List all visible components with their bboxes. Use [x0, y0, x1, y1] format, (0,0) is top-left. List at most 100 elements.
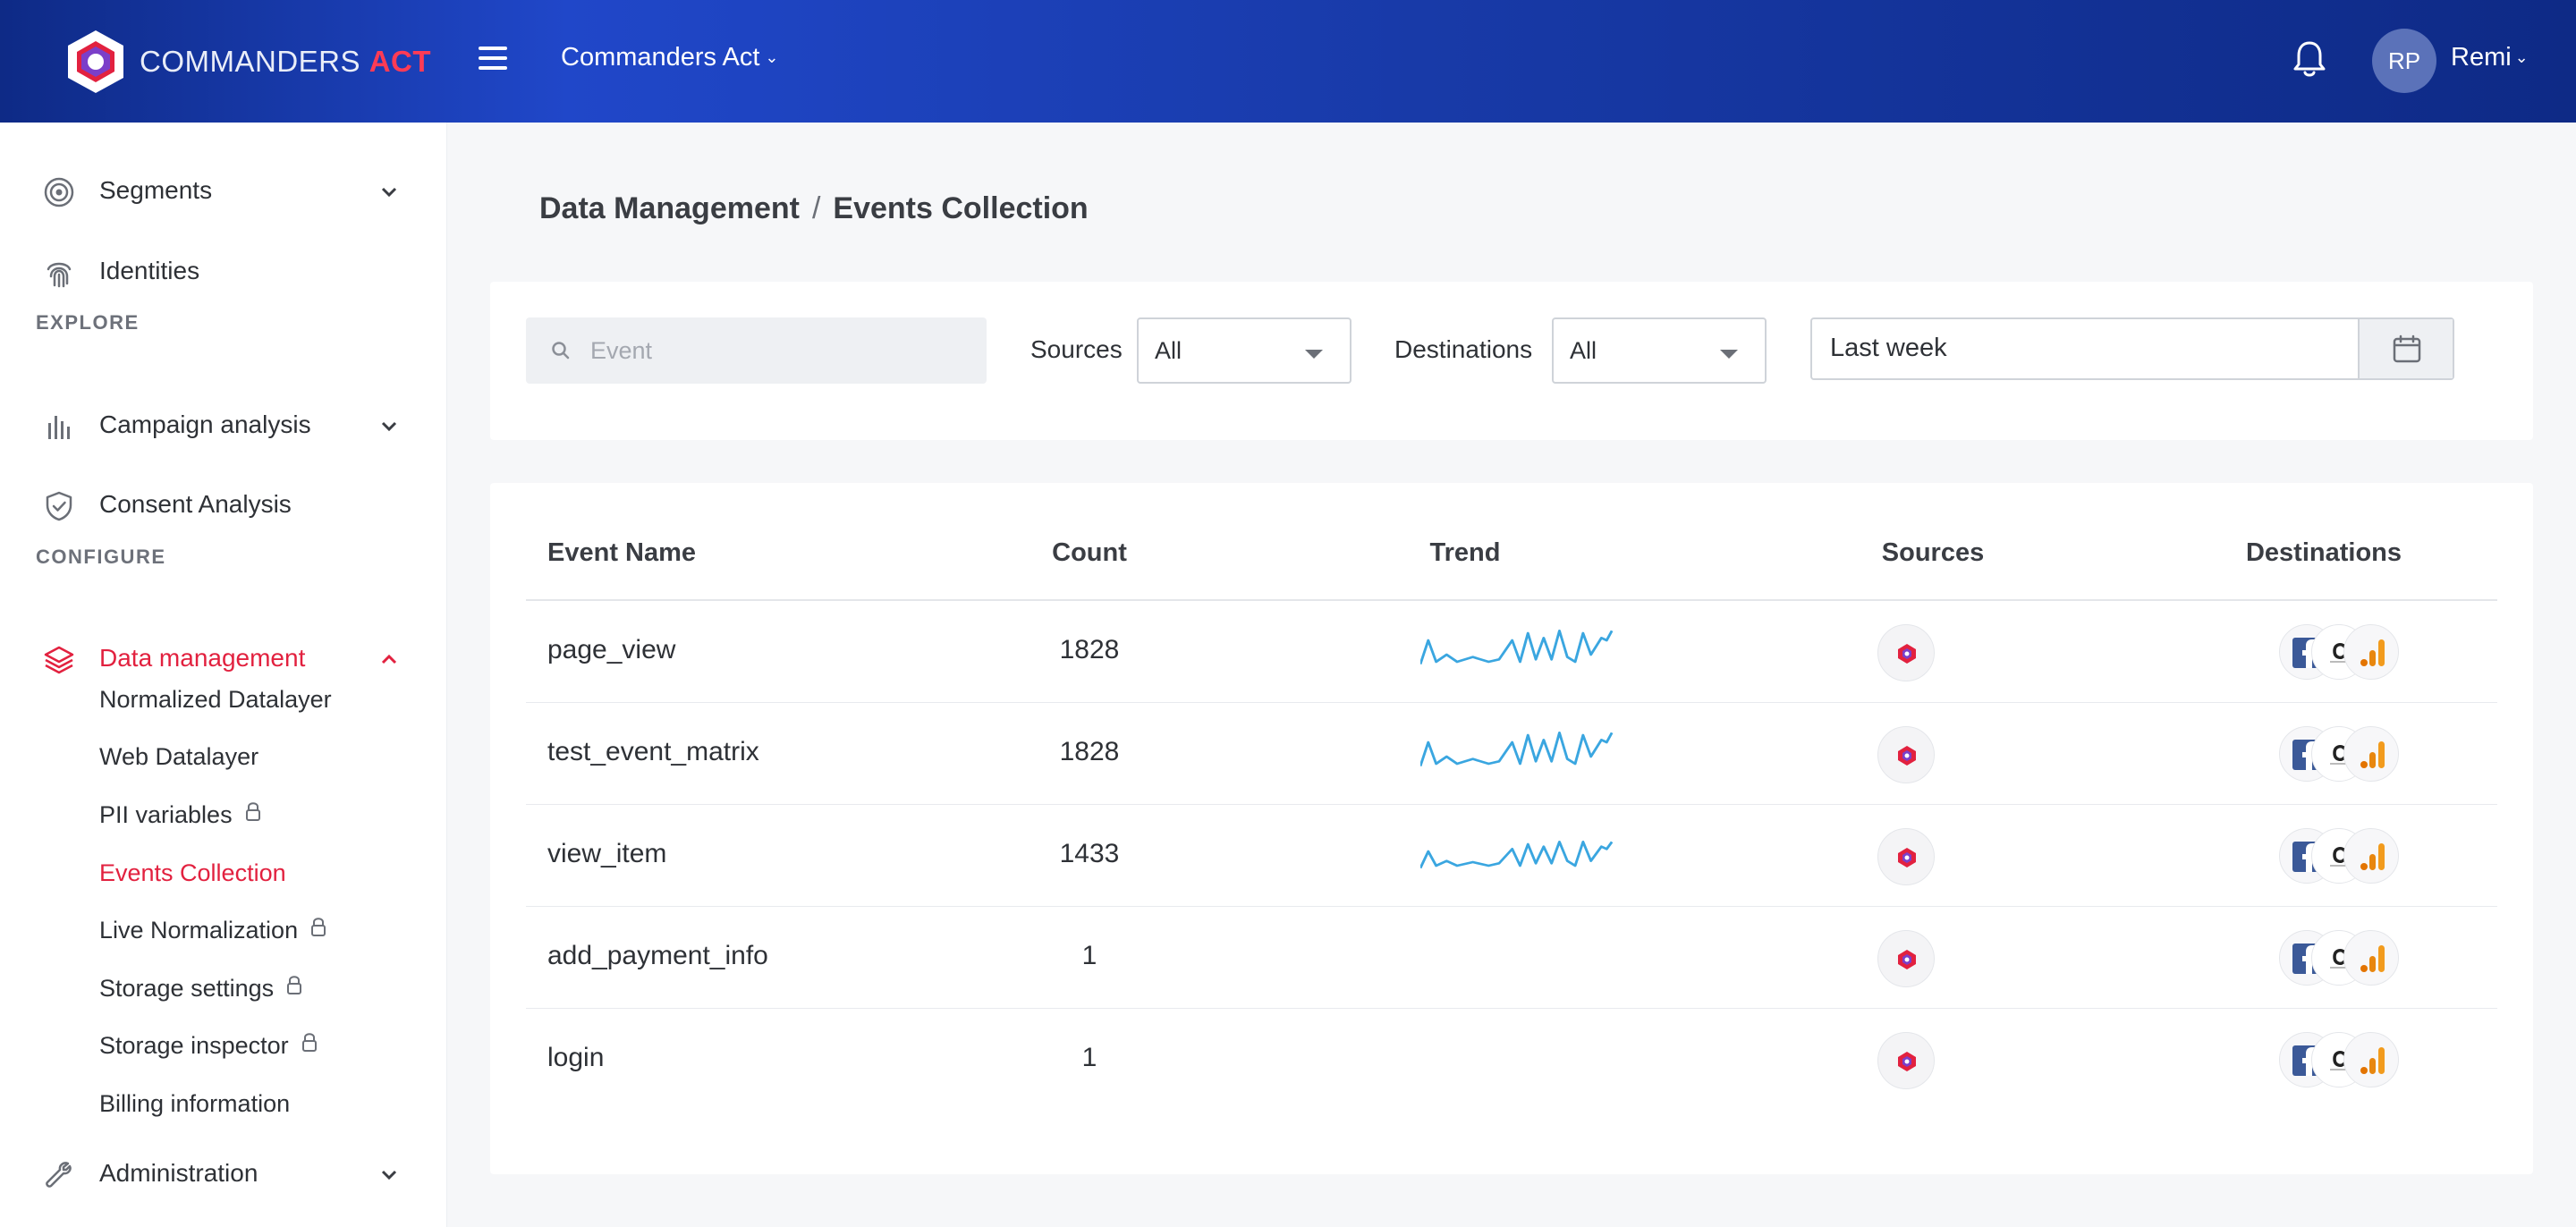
- brand-accent-text: ACT: [369, 45, 432, 78]
- shield-check-icon: [46, 491, 72, 521]
- sidebar-item-segments[interactable]: Segments: [0, 164, 447, 217]
- sidebar-item-label: Segments: [99, 176, 213, 204]
- breadcrumb: Data Management / Events Collection: [539, 191, 1089, 226]
- destinations-select-value: All: [1570, 337, 1597, 364]
- lock-icon: [287, 976, 302, 994]
- event-count-cell: 1828: [1059, 737, 1120, 766]
- destination-badges[interactable]: [2279, 930, 2413, 987]
- sidebar-subitem-billing-information[interactable]: Billing information: [99, 1090, 290, 1118]
- source-badge[interactable]: [1877, 624, 1935, 681]
- sidebar-item-label: Identities: [99, 257, 200, 284]
- top-bar: COMMANDERS ACT Commanders Act ⌄ RP Remi ⌄: [0, 0, 2576, 123]
- trend-sparkline: [1420, 841, 1614, 869]
- sidebar-item-data-management[interactable]: Data management: [0, 631, 447, 685]
- sources-filter-label: Sources: [1030, 335, 1123, 363]
- date-range-value: Last week: [1830, 334, 1947, 362]
- lock-icon: [245, 802, 260, 821]
- fingerprint-icon: [47, 262, 72, 288]
- sidebar-item-label: Campaign analysis: [99, 410, 311, 438]
- section-label-configure: CONFIGURE: [36, 546, 166, 568]
- table-row[interactable]: page_view 1828: [526, 601, 2497, 703]
- chevron-down-icon: ⌄: [765, 48, 779, 66]
- sidebar: Segments Identities EXPLORE Campaign ana…: [0, 123, 447, 1227]
- user-menu[interactable]: Remi ⌄: [2451, 43, 2529, 72]
- layers-icon: [44, 646, 74, 674]
- table-row[interactable]: login 1: [526, 1009, 2497, 1111]
- source-badge[interactable]: [1877, 726, 1935, 783]
- commanders-act-source-icon: [1898, 848, 1916, 867]
- source-badge[interactable]: [1877, 1032, 1935, 1089]
- column-header-count: Count: [1052, 538, 1127, 567]
- commanders-act-logo-icon[interactable]: [64, 29, 127, 95]
- google-analytics-destination-icon: [2343, 624, 2399, 680]
- event-name-cell[interactable]: test_event_matrix: [547, 737, 759, 767]
- filter-bar: Sources All Destinations All Last week: [490, 282, 2533, 440]
- sidebar-subitem-live-normalization[interactable]: Live Normalization: [99, 917, 326, 944]
- destination-badges[interactable]: [2279, 1032, 2413, 1089]
- table-row[interactable]: view_item 1433: [526, 805, 2497, 907]
- event-search[interactable]: [526, 317, 987, 384]
- sub-item-label: Storage settings: [99, 975, 275, 1002]
- sources-select[interactable]: All: [1137, 317, 1352, 384]
- calendar-button[interactable]: [2358, 319, 2453, 378]
- chevron-up-icon: [381, 654, 397, 664]
- sub-item-label: PII variables: [99, 801, 233, 828]
- search-icon: [552, 342, 570, 360]
- date-range-picker[interactable]: Last week: [1810, 317, 2454, 380]
- event-count-cell: 1828: [1059, 635, 1120, 664]
- section-label-explore: EXPLORE: [36, 311, 140, 334]
- destination-badges[interactable]: [2279, 828, 2413, 885]
- google-analytics-destination-icon: [2343, 1032, 2399, 1087]
- sidebar-item-label: Administration: [99, 1159, 258, 1187]
- event-count-cell: 1433: [1059, 839, 1120, 868]
- event-name-cell[interactable]: page_view: [547, 635, 675, 665]
- sub-item-label: Storage inspector: [99, 1032, 289, 1059]
- source-badge[interactable]: [1877, 930, 1935, 987]
- event-name-cell[interactable]: login: [547, 1043, 604, 1073]
- chevron-down-icon: ⌄: [2514, 48, 2529, 66]
- google-analytics-destination-icon: [2343, 828, 2399, 884]
- brand-name[interactable]: COMMANDERS ACT: [140, 45, 431, 79]
- google-analytics-destination-icon: [2343, 726, 2399, 782]
- sidebar-subitem-normalized-datalayer[interactable]: Normalized Datalayer: [99, 686, 332, 714]
- destination-badges[interactable]: [2279, 624, 2413, 681]
- commanders-act-source-icon: [1898, 950, 1916, 969]
- event-count-cell: 1: [1081, 1043, 1097, 1072]
- commanders-act-source-icon: [1898, 644, 1916, 664]
- sidebar-subitem-storage-settings[interactable]: Storage settings: [99, 975, 302, 1003]
- source-badge[interactable]: [1877, 828, 1935, 885]
- commanders-act-source-icon: [1898, 746, 1916, 766]
- calendar-icon: [2393, 334, 2421, 363]
- destination-badges[interactable]: [2279, 726, 2413, 783]
- lock-icon: [311, 918, 326, 936]
- workspace-selector[interactable]: Commanders Act ⌄: [561, 43, 779, 72]
- caret-down-icon: [1305, 350, 1323, 359]
- bar-chart-icon: [48, 416, 70, 439]
- chevron-down-icon: [381, 187, 397, 198]
- breadcrumb-current: Events Collection: [833, 191, 1089, 225]
- event-search-input[interactable]: [590, 334, 966, 368]
- breadcrumb-link-data-management[interactable]: Data Management: [539, 191, 800, 225]
- event-name-cell[interactable]: add_payment_info: [547, 941, 768, 971]
- chevron-down-icon: [381, 421, 397, 432]
- notifications-bell-icon[interactable]: [2292, 39, 2327, 79]
- table-row[interactable]: test_event_matrix 1828: [526, 703, 2497, 805]
- events-table: Event Name Count Trend Sources Destinati…: [490, 483, 2533, 1174]
- user-avatar[interactable]: RP: [2372, 29, 2436, 93]
- sidebar-item-consent-analysis[interactable]: Consent Analysis: [0, 478, 447, 531]
- destinations-select[interactable]: All: [1552, 317, 1767, 384]
- sidebar-subitem-web-datalayer[interactable]: Web Datalayer: [99, 743, 258, 771]
- sidebar-subitem-storage-inspector[interactable]: Storage inspector: [99, 1032, 318, 1060]
- sidebar-item-administration[interactable]: Administration: [0, 1147, 447, 1200]
- sidebar-subitem-pii-variables[interactable]: PII variables: [99, 801, 261, 829]
- chevron-down-icon: [381, 1170, 397, 1180]
- event-count-cell: 1: [1081, 941, 1097, 970]
- sidebar-item-identities[interactable]: Identities: [0, 244, 447, 298]
- workspace-name: Commanders Act: [561, 43, 760, 72]
- event-name-cell[interactable]: view_item: [547, 839, 666, 869]
- google-analytics-destination-icon: [2343, 930, 2399, 986]
- sidebar-item-campaign-analysis[interactable]: Campaign analysis: [0, 398, 447, 452]
- table-row[interactable]: add_payment_info 1: [526, 907, 2497, 1009]
- menu-toggle-icon[interactable]: [479, 47, 507, 73]
- sidebar-subitem-events-collection[interactable]: Events Collection: [99, 859, 286, 887]
